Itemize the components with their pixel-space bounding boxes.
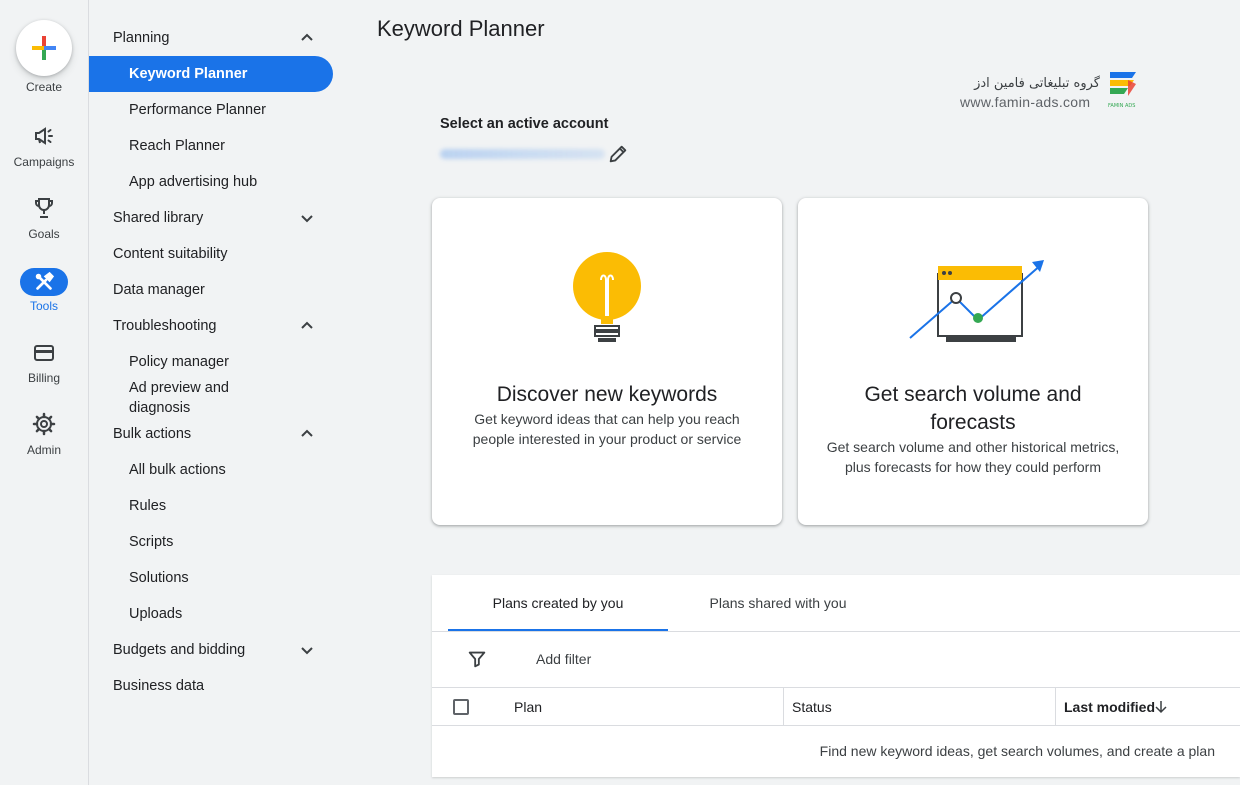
rail-label-create: Create (25, 80, 63, 94)
nav-item-business-data[interactable]: Business data (89, 668, 333, 704)
pencil-icon[interactable] (607, 143, 629, 165)
brand-watermark: گروه تبلیغاتی فامین ادز www.famin-ads.co… (960, 70, 1140, 112)
nav-section-troubleshooting[interactable]: Troubleshooting (89, 308, 333, 344)
chevron-up-icon (301, 321, 313, 329)
tools-icon[interactable] (28, 270, 60, 294)
rail-label-admin[interactable]: Admin (0, 443, 88, 457)
column-header-status[interactable]: Status (792, 699, 832, 715)
nav-label: Troubleshooting (113, 318, 217, 334)
rail-label-tools[interactable]: Tools (0, 299, 88, 313)
filter-bar: Add filter (432, 632, 1240, 688)
discover-keywords-card[interactable]: Discover new keywords Get keyword ideas … (432, 198, 782, 525)
column-header-last-modified[interactable]: Last modified (1064, 699, 1155, 715)
column-divider (1055, 688, 1056, 726)
nav-label: Budgets and bidding (113, 642, 246, 658)
nav-item-rules[interactable]: Rules (89, 488, 333, 524)
nav-section-bulk-actions[interactable]: Bulk actions (89, 416, 333, 452)
rail-label-campaigns[interactable]: Campaigns (0, 155, 88, 169)
nav-label: Uploads (129, 606, 183, 622)
nav-label: All bulk actions (129, 462, 226, 478)
tab-plans-created[interactable]: Plans created by you (448, 575, 668, 631)
select-all-checkbox[interactable] (453, 699, 469, 715)
tools-nav: Planning Keyword Planner Performance Pla… (89, 0, 344, 785)
nav-label: Rules (129, 498, 167, 514)
lightbulb-icon (573, 252, 641, 342)
brand-name: گروه تبلیغاتی فامین ادز (974, 76, 1100, 91)
nav-label: Data manager (113, 282, 205, 298)
trophy-icon[interactable] (28, 196, 60, 220)
discover-card-title: Discover new keywords (496, 383, 718, 406)
nav-item-keyword-planner[interactable]: Keyword Planner (89, 56, 333, 92)
plans-panel: Plans created by you Plans shared with y… (432, 575, 1240, 777)
forecast-card-title-2: forecasts (930, 411, 1016, 434)
nav-item-app-advertising-hub[interactable]: App advertising hub (89, 164, 333, 200)
nav-label: Shared library (113, 210, 204, 226)
discover-card-desc-1: Get keyword ideas that can help you reac… (474, 411, 740, 427)
nav-label: Performance Planner (129, 102, 267, 118)
chevron-down-icon (301, 647, 313, 655)
create-button[interactable] (16, 20, 72, 76)
billing-icon[interactable] (28, 341, 60, 365)
nav-item-reach-planner[interactable]: Reach Planner (89, 128, 333, 164)
nav-label: Bulk actions (113, 426, 192, 442)
nav-section-budgets-and-bidding[interactable]: Budgets and bidding (89, 632, 333, 668)
nav-label: Solutions (129, 570, 189, 586)
google-ads-app: Create Campaigns Goals Tools Billing Adm… (0, 0, 1240, 785)
page-title: Keyword Planner (377, 16, 545, 41)
tab-plans-shared[interactable]: Plans shared with you (672, 575, 884, 631)
nav-item-uploads[interactable]: Uploads (89, 596, 333, 632)
forecast-card-desc-2: plus forecasts for how they could perfor… (844, 459, 1101, 475)
nav-label-line: diagnosis (129, 400, 191, 416)
nav-label: Reach Planner (129, 138, 225, 154)
nav-section-planning[interactable]: Planning (89, 20, 333, 56)
chevron-up-icon (301, 33, 313, 41)
discover-card-desc-2: people interested in your product or ser… (472, 431, 742, 447)
forecast-card-title-1: Get search volume and (864, 383, 1082, 406)
forecast-card-desc-1: Get search volume and other historical m… (826, 439, 1120, 455)
campaigns-icon[interactable] (28, 124, 60, 148)
search-volume-card[interactable]: Get search volume and forecasts Get sear… (798, 198, 1148, 525)
nav-item-policy-manager[interactable]: Policy manager (89, 344, 333, 380)
nav-label: Business data (113, 678, 205, 694)
nav-label: App advertising hub (129, 174, 258, 190)
nav-item-content-suitability[interactable]: Content suitability (89, 236, 333, 272)
rail-label-goals[interactable]: Goals (0, 227, 88, 241)
nav-label: Keyword Planner (129, 66, 248, 82)
rail-label-billing[interactable]: Billing (0, 371, 88, 385)
active-account-value[interactable] (440, 146, 605, 160)
nav-label: Content suitability (113, 246, 228, 262)
nav-item-all-bulk-actions[interactable]: All bulk actions (89, 452, 333, 488)
chart-trend-icon (909, 260, 1044, 342)
nav-item-ad-preview[interactable]: Ad preview and diagnosis (89, 378, 333, 420)
nav-label-line: Ad preview and (129, 380, 229, 396)
plus-icon (32, 36, 56, 60)
column-divider (783, 688, 784, 726)
chevron-down-icon (301, 215, 313, 223)
account-blurred (440, 149, 605, 159)
active-account-label: Select an active account (440, 116, 609, 132)
nav-label: Scripts (129, 534, 174, 550)
nav-label: Policy manager (129, 354, 229, 370)
nav-section-shared-library[interactable]: Shared library (89, 200, 333, 236)
logo-text: FAMIN ADS (1108, 103, 1135, 109)
empty-state-message: Find new keyword ideas, get search volum… (819, 743, 1215, 759)
nav-item-solutions[interactable]: Solutions (89, 560, 333, 596)
left-rail: Create Campaigns Goals Tools Billing Adm… (0, 0, 89, 785)
nav-label: Planning (113, 30, 170, 46)
plans-table-header: Plan Status Last modified (432, 688, 1240, 726)
gear-icon[interactable] (28, 412, 60, 436)
nav-item-performance-planner[interactable]: Performance Planner (89, 92, 333, 128)
add-filter-button[interactable]: Add filter (536, 651, 591, 667)
brand-url: www.famin-ads.com (960, 94, 1091, 110)
nav-label: Ad preview and diagnosis (129, 378, 229, 418)
famin-ads-logo-icon: FAMIN ADS (1108, 72, 1136, 109)
arrow-down-icon[interactable] (1154, 700, 1168, 714)
chevron-up-icon (301, 429, 313, 437)
filter-icon[interactable] (466, 648, 488, 670)
nav-item-data-manager[interactable]: Data manager (89, 272, 333, 308)
nav-item-scripts[interactable]: Scripts (89, 524, 333, 560)
column-header-plan[interactable]: Plan (514, 699, 542, 715)
